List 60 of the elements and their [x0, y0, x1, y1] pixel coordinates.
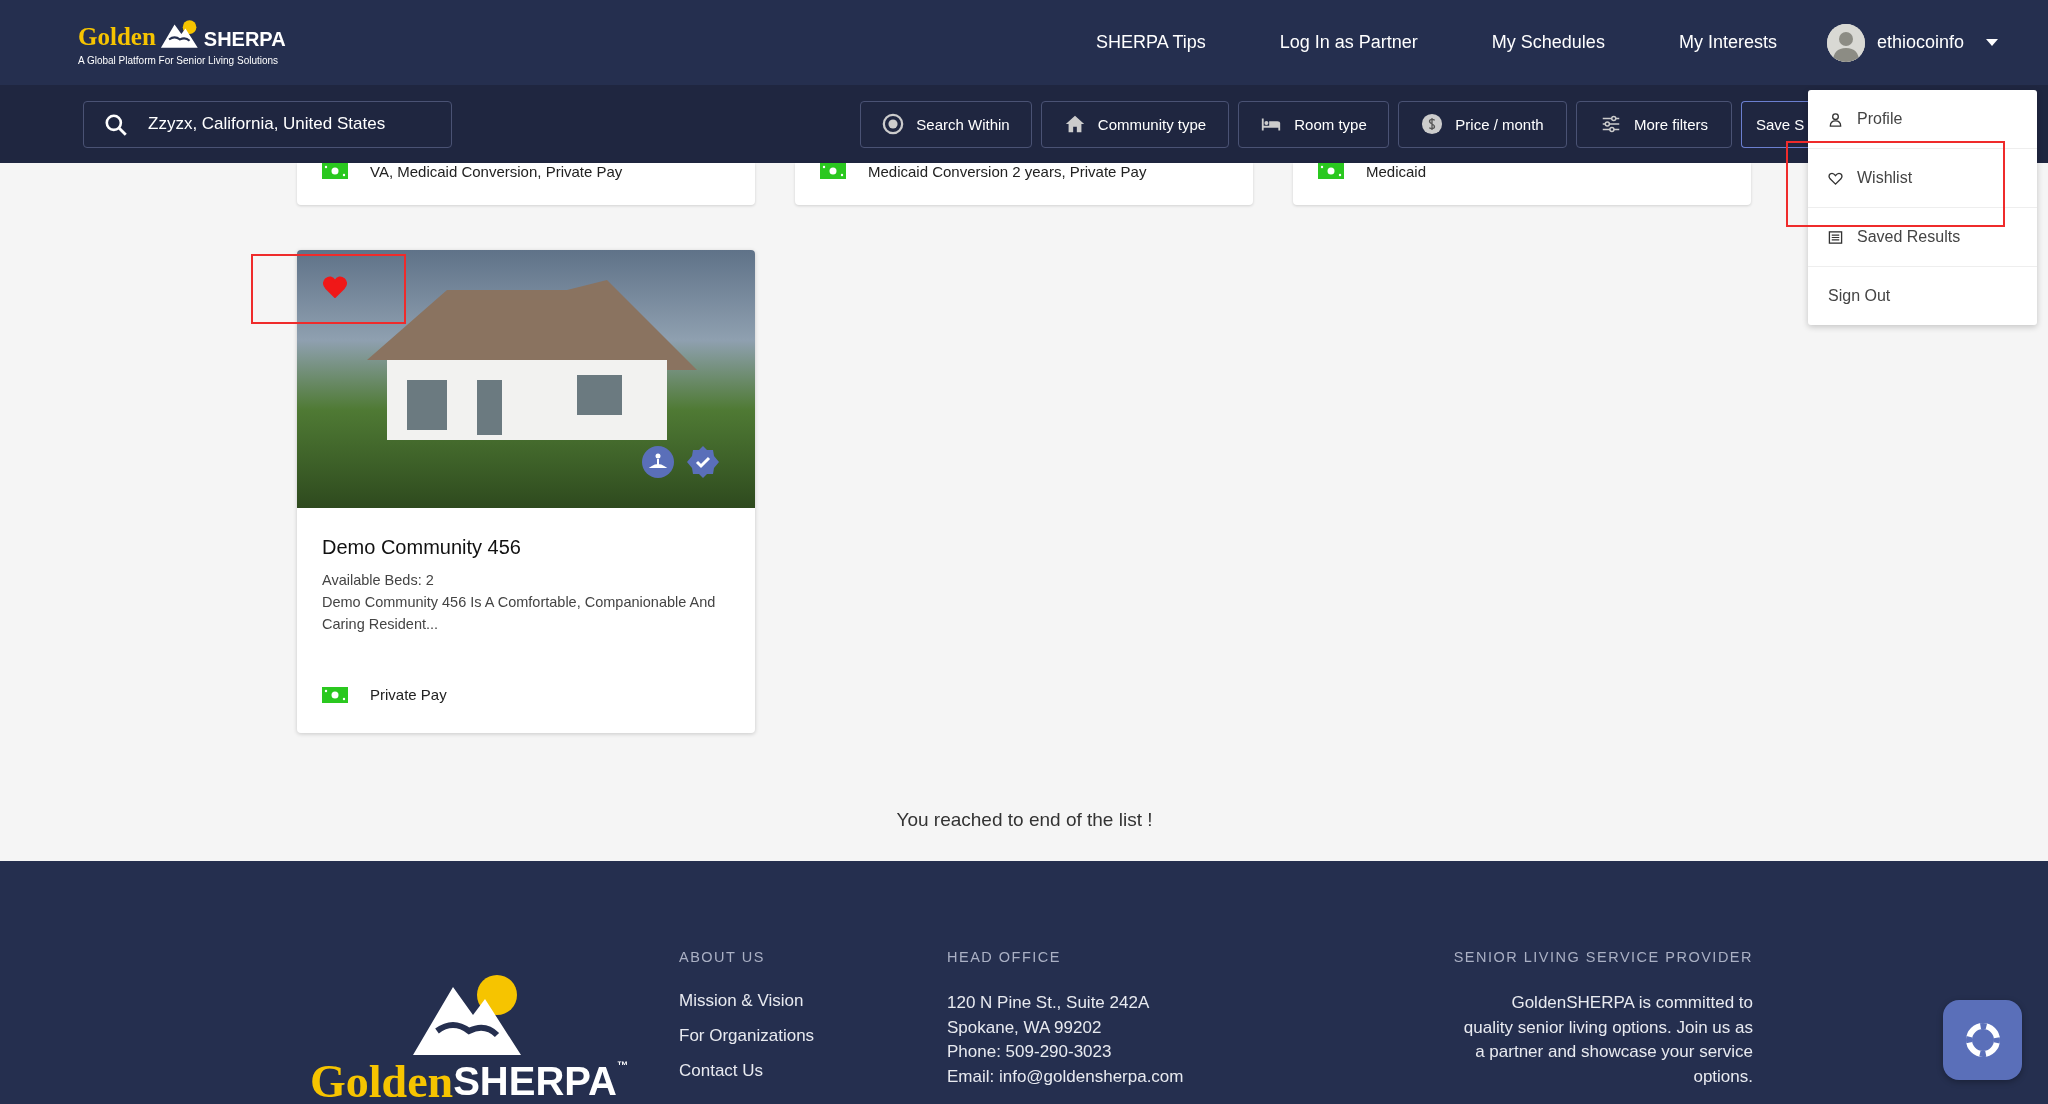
menu-item[interactable]: Profile [1808, 90, 2037, 149]
brand-name: SHERPA [453, 1059, 617, 1103]
listing-card[interactable]: Medicaid Conversion 2 years, Private Pay [795, 163, 1253, 205]
footer-link[interactable]: Contact Us [679, 1061, 815, 1081]
list-icon [1828, 229, 1843, 245]
filter-button[interactable]: Room type [1238, 100, 1389, 148]
nav-link[interactable]: My Interests [1678, 32, 1777, 53]
listing-card[interactable]: VA, Medicaid Conversion, Private Pay [297, 163, 755, 205]
home-icon [1063, 113, 1086, 135]
footer-heading: SENIOR LIVING SERVICE PROVIDER [1453, 949, 1753, 965]
brand-name: Golden [310, 1059, 454, 1104]
verified-icon [687, 446, 719, 478]
payment-types: Medicaid [1366, 163, 1427, 180]
payment-types: Private Pay [370, 686, 447, 703]
listing-card[interactable]: Medicaid [1293, 163, 1751, 205]
cash-icon [820, 163, 846, 179]
available-beds: Available Beds: 2 [322, 571, 435, 590]
cash-icon [1318, 163, 1344, 179]
filter-button[interactable]: Community type [1041, 100, 1229, 148]
provider-description: GoldenSHERPA is committed to quality senior living options. Join us as a partner and showcase your service options. [1463, 992, 1753, 1088]
brand-name[interactable]: SHERPA [203, 29, 286, 49]
menu-item[interactable]: Wishlist [1808, 149, 2037, 208]
menu-item[interactable]: Sign Out [1808, 267, 2037, 325]
heart-icon [1828, 170, 1843, 186]
footer-heading: ABOUT US [679, 949, 766, 965]
nav-link[interactable]: My Schedules [1491, 32, 1605, 53]
caret-icon[interactable] [1986, 38, 1998, 47]
trademark-sign: ™ [616, 1059, 628, 1071]
radius-icon [882, 113, 905, 135]
payment-types: Medicaid Conversion 2 years, Private Pay [868, 163, 1147, 180]
address-line: Email: info@goldensherpa.com [947, 1065, 1184, 1088]
footer-heading: HEAD OFFICE [947, 949, 1062, 965]
mountain-sun-icon [158, 19, 201, 49]
user-icon [1828, 111, 1843, 127]
listing-title[interactable]: Demo Community 456 [322, 536, 730, 559]
search-field[interactable]: Zzyzx, California, United States [83, 100, 452, 148]
lifebuoy-icon [1965, 1023, 2000, 1057]
tagline: A Global Platform For Senior Living Solutions [78, 55, 280, 66]
cash-icon [322, 686, 348, 703]
dollar-icon [1421, 113, 1444, 135]
listing-description: Demo Community 456 Is A Comfortable, Companionable And Caring Resident... [322, 593, 717, 634]
footer-link[interactable]: For Organizations [679, 1026, 815, 1046]
brand-name[interactable]: Golden [78, 24, 156, 49]
username[interactable]: ethiocoinfo [1876, 32, 1964, 53]
filter-button[interactable]: Search Within [860, 100, 1032, 148]
avatar-icon[interactable] [1826, 23, 1865, 62]
address-line: Spokane, WA 99202 [947, 1016, 1103, 1039]
cash-icon [322, 163, 348, 179]
filter-button[interactable]: Price / month [1398, 100, 1567, 148]
nav-link[interactable]: SHERPA Tips [1096, 32, 1206, 53]
payment-types: VA, Medicaid Conversion, Private Pay [370, 163, 623, 180]
listing-card[interactable]: Demo Community 456 Available Beds: 2 Demo Community 456 Is A Comfortable, Companionable And Caring Resident... Private Pay [297, 250, 755, 733]
footer-link[interactable]: Mission & Vision [679, 991, 815, 1011]
help-button[interactable] [1943, 1000, 2022, 1080]
menu-item[interactable]: Saved Results [1808, 208, 2037, 267]
filter-button[interactable]: More filters [1576, 100, 1732, 148]
nav-link[interactable]: Log In as Partner [1279, 32, 1418, 53]
end-of-list-message: You reached to end of the list ! [895, 809, 1154, 832]
address-line: Phone: 509-290-3023 [947, 1041, 1113, 1063]
address-line: 120 N Pine St., Suite 242A [947, 992, 1151, 1014]
